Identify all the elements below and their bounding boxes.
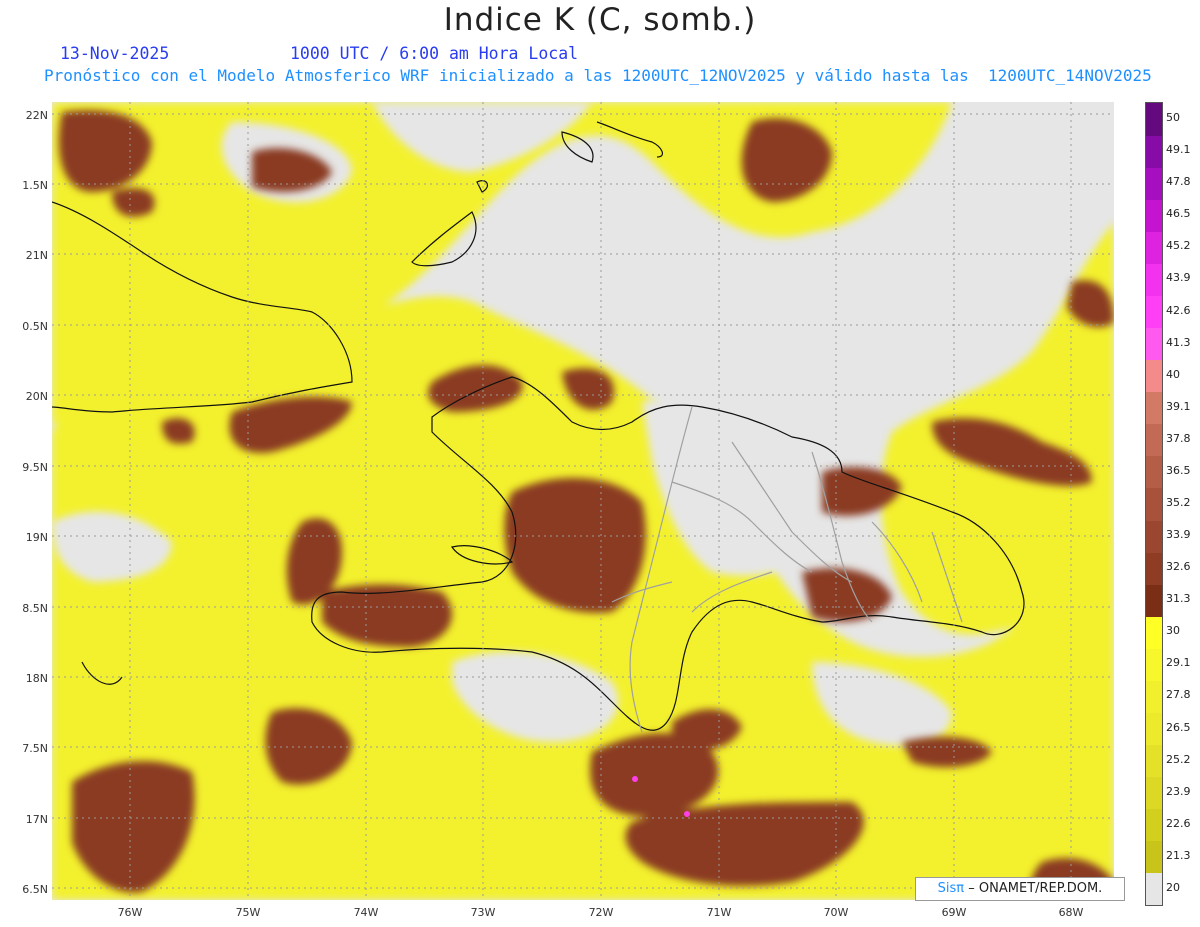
legend-swatch <box>1146 295 1162 329</box>
legend-value-label: 47.8 <box>1166 175 1191 189</box>
lon-label: 76W <box>117 906 143 919</box>
legend-swatch <box>1146 231 1162 264</box>
legend-swatch <box>1146 680 1162 714</box>
lon-label: 68W <box>1058 906 1084 919</box>
lat-label: 18N <box>25 672 48 685</box>
legend-swatch <box>1146 776 1162 810</box>
forecast-description: Pronóstico con el Modelo Atmosferico WRF… <box>44 66 1152 85</box>
lat-label: 20N <box>25 390 48 403</box>
legend-value-label: 40 <box>1166 367 1180 381</box>
legend-swatch <box>1146 455 1162 489</box>
legend-value-label: 29.1 <box>1166 656 1191 670</box>
legend-swatch <box>1146 359 1162 393</box>
legend-value-label: 42.6 <box>1166 303 1191 317</box>
legend-value-label: 35.2 <box>1166 496 1191 509</box>
credit-box: Sisπ – ONAMET/REP.DOM. <box>915 877 1125 901</box>
legend-value-label: 22.6 <box>1166 816 1191 830</box>
forecast-date: 13-Nov-2025 <box>60 44 170 63</box>
legend-value-label: 26.5 <box>1166 720 1191 734</box>
lon-label: 74W <box>353 906 379 919</box>
map-panel <box>52 102 1114 900</box>
legend-value-label: 49.1 <box>1166 143 1191 157</box>
forecast-time: 1000 UTC / 6:00 am Hora Local <box>290 44 579 63</box>
lat-label: 7.5N <box>22 742 48 755</box>
legend-value-label: 20 <box>1166 880 1180 894</box>
lon-label: 75W <box>235 906 261 919</box>
lat-label: 19N <box>25 531 48 544</box>
legend-swatch <box>1146 199 1162 232</box>
legend-value-label: 39.1 <box>1166 399 1191 413</box>
lat-label: 8.5N <box>22 602 48 615</box>
legend-swatch <box>1146 423 1162 457</box>
legend-value-label: 30 <box>1166 624 1180 638</box>
legend-swatch <box>1146 167 1162 200</box>
legend-value-label: 45.2 <box>1166 239 1191 253</box>
lon-label: 70W <box>823 906 849 919</box>
lat-label: 9.5N <box>22 461 48 474</box>
legend-swatch <box>1146 552 1162 585</box>
legend-value-label: 25.2 <box>1166 752 1191 766</box>
legend-value-label: 50 <box>1166 111 1180 125</box>
legend-swatch <box>1146 391 1162 425</box>
legend-value-label: 23.9 <box>1166 784 1191 798</box>
legend-swatch <box>1146 872 1162 906</box>
lat-label: 17N <box>25 813 48 826</box>
legend-swatch <box>1146 840 1162 874</box>
legend-swatch <box>1146 808 1162 842</box>
legend-value-label: 32.6 <box>1166 560 1191 574</box>
legend-swatch <box>1146 744 1162 778</box>
legend-value-label: 31.3 <box>1166 592 1191 606</box>
legend-swatch <box>1146 584 1162 617</box>
legend-swatch <box>1146 327 1162 361</box>
lat-label: 21N <box>25 249 48 262</box>
credit-org: – ONAMET/REP.DOM. <box>968 881 1103 896</box>
legend-value-label: 43.9 <box>1166 271 1191 285</box>
legend-value-label: 46.5 <box>1166 207 1191 221</box>
legend-swatch <box>1146 103 1162 136</box>
lat-label: 1.5N <box>22 179 48 192</box>
legend-swatch <box>1146 520 1162 553</box>
lon-label: 72W <box>588 906 614 919</box>
lat-label: 6.5N <box>22 883 48 896</box>
lon-label: 69W <box>941 906 967 919</box>
legend-swatch <box>1146 135 1162 168</box>
lat-label: 22N <box>25 109 48 122</box>
lon-label: 73W <box>470 906 496 919</box>
legend-swatch <box>1146 487 1162 521</box>
map-title: Indice K (C, somb.) <box>443 2 757 38</box>
legend-value-label: 27.8 <box>1166 688 1191 702</box>
k-index-field <box>52 102 1114 900</box>
legend-swatch <box>1146 712 1162 746</box>
lat-label: 0.5N <box>22 320 48 333</box>
legend-value-label: 21.3 <box>1166 848 1191 862</box>
color-scale-legend <box>1145 102 1163 906</box>
legend-value-label: 41.3 <box>1166 335 1191 349</box>
legend-swatch <box>1146 616 1162 649</box>
lon-label: 71W <box>706 906 732 919</box>
legend-swatch <box>1146 648 1162 681</box>
credit-brand: Sisπ <box>937 881 965 896</box>
legend-swatch <box>1146 263 1162 296</box>
legend-value-label: 33.9 <box>1166 528 1191 542</box>
legend-value-label: 36.5 <box>1166 463 1191 477</box>
legend-value-label: 37.8 <box>1166 431 1191 445</box>
